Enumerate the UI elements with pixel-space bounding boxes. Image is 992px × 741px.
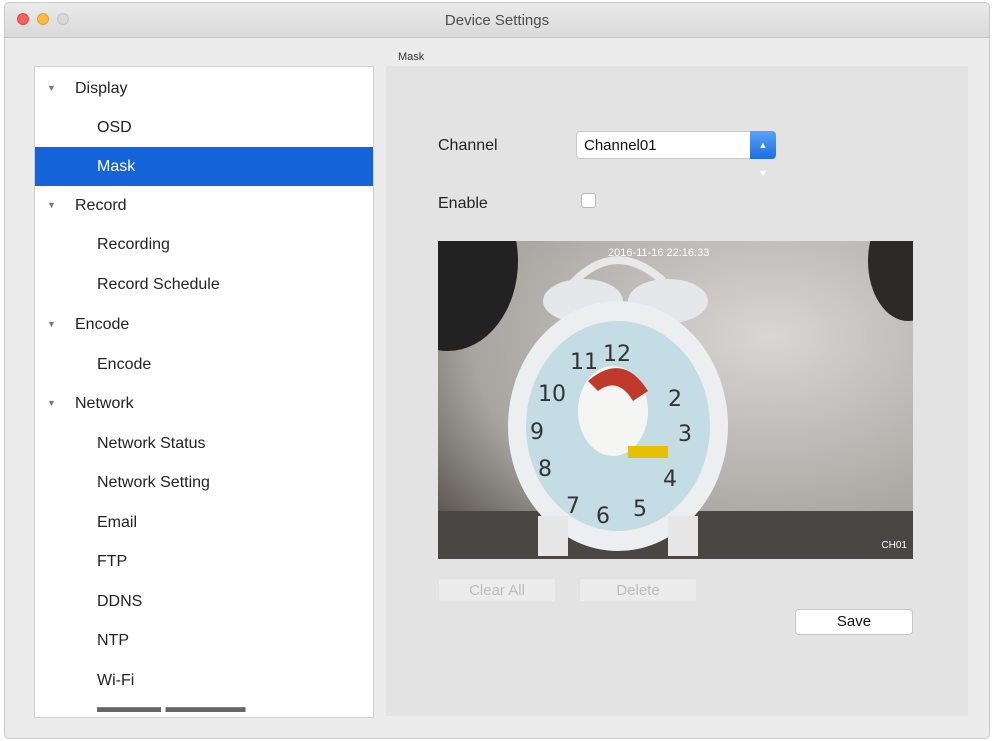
tree-item-encode-group[interactable]: ▼ Encode	[35, 305, 373, 344]
svg-text:11: 11	[570, 350, 598, 375]
tree-item-label: Encode	[97, 356, 152, 373]
svg-text:5: 5	[633, 497, 647, 522]
tree-item-network-status[interactable]: Network Status	[35, 424, 373, 463]
tree-item-label: Display	[75, 80, 128, 97]
title-bar: Device Settings	[5, 3, 989, 38]
window-title: Device Settings	[444, 12, 550, 29]
tree-item-label: Network	[75, 395, 134, 412]
svg-text:12: 12	[603, 342, 631, 367]
tree-item-record-schedule[interactable]: Record Schedule	[35, 265, 373, 304]
tree-item-label: DDNS	[97, 593, 143, 610]
enable-label: Enable	[438, 195, 488, 212]
tree-item-wifi[interactable]: Wi-Fi	[35, 661, 373, 700]
tree-item-label: Email	[97, 514, 138, 531]
channel-label: Channel	[438, 137, 498, 154]
tree-item-label: NTP	[97, 632, 129, 649]
tree-item-recording[interactable]: Recording	[35, 225, 373, 264]
enable-checkbox[interactable]	[581, 193, 596, 208]
tree-item-label: OSD	[97, 119, 132, 136]
tree-item-label: Mask	[97, 158, 136, 175]
svg-text:6: 6	[596, 504, 610, 529]
tree-item-label: Record Schedule	[97, 276, 220, 293]
disclosure-triangle-icon[interactable]: ▼	[47, 305, 56, 344]
channel-select[interactable]: Channel01 ▲ ▼	[576, 131, 776, 178]
tree-item-label: Network Setting	[97, 474, 210, 491]
osd-timestamp: 2016-11-16 22:16:33	[608, 247, 710, 259]
svg-text:8: 8	[538, 457, 552, 482]
tree-item-ntp[interactable]: NTP	[35, 621, 373, 660]
tree-item-label: Recording	[97, 236, 170, 253]
device-settings-window: Device Settings Mask ▼ Display OSD Mask …	[4, 2, 990, 739]
svg-text:9: 9	[530, 420, 544, 445]
tree-item-record[interactable]: ▼ Record	[35, 186, 373, 225]
svg-text:10: 10	[538, 382, 566, 407]
tree-item-network[interactable]: ▼ Network	[35, 384, 373, 423]
svg-text:3: 3	[678, 422, 692, 447]
tree-item-ddns[interactable]: DDNS	[35, 582, 373, 621]
tree-item-label: FTP	[97, 553, 128, 570]
tree-item-encode[interactable]: Encode	[35, 345, 373, 384]
settings-tree-sidebar: ▼ Display OSD Mask ▼ Record Recording Re…	[34, 66, 374, 718]
tree-item-display[interactable]: ▼ Display	[35, 69, 373, 108]
tree-item-label: Wi-Fi	[97, 672, 135, 689]
tree-item-osd[interactable]: OSD	[35, 108, 373, 147]
camera-image: 11 12 2 3 4 5 6 7 8 9 10	[438, 241, 913, 559]
channel-select-value: Channel01	[584, 137, 657, 154]
delete-button[interactable]: Delete	[579, 578, 697, 602]
tree-item-label: Network Status	[97, 435, 206, 452]
tree-item-email[interactable]: Email	[35, 503, 373, 542]
select-arrows-icon[interactable]: ▲ ▼	[750, 131, 776, 178]
tree-item-network-setting[interactable]: Network Setting	[35, 463, 373, 502]
svg-text:4: 4	[663, 467, 677, 492]
tree-item-label-cutoff: ▬▬▬▬ ▬▬▬▬▬	[97, 700, 246, 716]
section-label: Mask	[398, 51, 425, 63]
tree-item-label: Encode	[75, 316, 130, 333]
disclosure-triangle-icon[interactable]: ▼	[47, 384, 56, 423]
camera-preview[interactable]: 11 12 2 3 4 5 6 7 8 9 10 2016-11-16 22:1…	[438, 241, 913, 559]
disclosure-triangle-icon[interactable]: ▼	[47, 69, 56, 108]
svg-text:2: 2	[668, 387, 682, 412]
svg-text:7: 7	[566, 494, 580, 519]
tree-item-mask[interactable]: Mask	[35, 147, 373, 186]
mask-settings-panel: Channel Channel01 ▲ ▼ Enable 11 12 2 3 4…	[386, 66, 968, 716]
tree-item-ftp[interactable]: FTP	[35, 542, 373, 581]
osd-channel-name: CH01	[881, 540, 907, 551]
clear-all-button[interactable]: Clear All	[438, 578, 556, 602]
tree-item-label: Record	[75, 197, 127, 214]
disclosure-triangle-icon[interactable]: ▼	[47, 186, 56, 225]
save-button[interactable]: Save	[795, 609, 913, 635]
tree-item-partial[interactable]: ▬▬▬▬ ▬▬▬▬▬	[35, 700, 373, 717]
